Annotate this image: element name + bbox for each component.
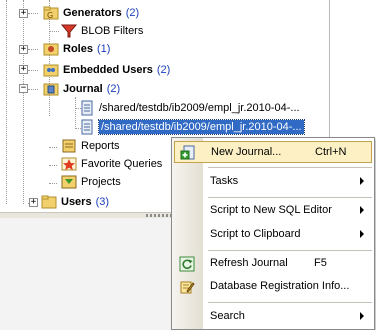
tree-item-label: /shared/testdb/ib2009/empl_jr.2010-04-..… xyxy=(98,119,305,135)
menu-item-shortcut: Ctrl+N xyxy=(315,146,347,158)
menu-item-label: Refresh Journal xyxy=(210,257,288,269)
menu-separator xyxy=(208,302,372,303)
database-registration-icon xyxy=(180,281,195,294)
menu-item-shortcut: F5 xyxy=(314,257,327,269)
journal-file-icon xyxy=(81,100,93,116)
tree-item-journal[interactable]: Journal (2) xyxy=(43,80,120,98)
expand-users-toggle[interactable]: + xyxy=(29,198,38,207)
expand-roles-toggle[interactable]: + xyxy=(19,45,28,54)
menu-item-new-journal[interactable]: New Journal... Ctrl+N xyxy=(174,141,372,163)
reports-icon xyxy=(62,139,76,153)
journal-file-icon xyxy=(81,119,93,135)
favorite-star-icon xyxy=(61,157,77,171)
submenu-arrow-icon xyxy=(360,177,364,185)
users-folder-icon xyxy=(41,195,57,209)
tree-item-label: Generators xyxy=(63,7,122,19)
tree-item-label: Embedded Users xyxy=(63,64,153,76)
menu-separator xyxy=(208,197,372,198)
menu-item-database-registration-info[interactable]: Database Registration Info... xyxy=(174,276,372,298)
tree-item-label: Journal xyxy=(63,83,103,95)
tree-item-label: Favorite Queries xyxy=(81,158,163,170)
refresh-icon xyxy=(179,256,195,272)
submenu-arrow-icon xyxy=(360,230,364,238)
tree-item-count: (2) xyxy=(106,83,121,95)
generators-folder-icon: G xyxy=(43,6,59,20)
tree-item-blob-filters[interactable]: BLOB Filters xyxy=(61,22,143,40)
tree-item-count: (2) xyxy=(125,7,140,19)
tree-item-count: (3) xyxy=(95,196,110,208)
menu-item-label: New Journal... xyxy=(211,146,282,158)
tree-item-embedded-users[interactable]: Embedded Users (2) xyxy=(43,61,170,79)
tree-item-label: Projects xyxy=(81,176,121,188)
tree-item-label: BLOB Filters xyxy=(81,25,144,37)
tree-item-generators[interactable]: G Generators (2) xyxy=(43,4,139,22)
menu-item-refresh-journal[interactable]: Refresh Journal F5 xyxy=(174,253,372,275)
embedded-users-folder-icon xyxy=(43,64,59,77)
tree-item-roles[interactable]: Roles (1) xyxy=(43,40,110,58)
tree-item-reports[interactable]: Reports xyxy=(61,137,120,155)
menu-item-search[interactable]: Search xyxy=(174,306,372,328)
menu-item-script-clipboard[interactable]: Script to Clipboard xyxy=(174,224,372,246)
submenu-arrow-icon xyxy=(360,312,364,320)
expand-embedded-users-toggle[interactable]: + xyxy=(19,65,28,74)
tree-item-label: Users xyxy=(61,196,92,208)
tree-item-count: (1) xyxy=(96,43,111,55)
tree-item-projects[interactable]: Projects xyxy=(61,173,121,191)
tree-item-label: /shared/testdb/ib2009/empl_jr.2010-04-..… xyxy=(99,102,300,114)
menu-item-tasks[interactable]: Tasks xyxy=(174,171,372,193)
menu-item-label: Database Registration Info... xyxy=(210,280,350,292)
expand-generators-toggle[interactable]: + xyxy=(19,9,28,18)
tree-item-journal-file[interactable]: /shared/testdb/ib2009/empl_jr.2010-04-..… xyxy=(79,99,300,117)
menu-item-label: Script to New SQL Editor xyxy=(210,204,332,216)
projects-icon xyxy=(61,175,77,189)
submenu-arrow-icon xyxy=(360,206,364,214)
collapse-journal-toggle[interactable]: − xyxy=(19,84,28,93)
menu-item-script-sql-editor[interactable]: Script to New SQL Editor xyxy=(174,200,372,222)
menu-separator xyxy=(208,250,372,251)
tree-item-users[interactable]: Users (3) xyxy=(41,193,109,211)
journal-context-menu: New Journal... Ctrl+N Tasks Script to Ne… xyxy=(171,137,375,330)
menu-item-label: Tasks xyxy=(210,175,239,187)
tree-item-label: Reports xyxy=(81,140,120,152)
tree-item-journal-file-selected[interactable]: /shared/testdb/ib2009/empl_jr.2010-04-..… xyxy=(79,118,305,136)
menu-item-label: Script to Clipboard xyxy=(210,228,301,240)
roles-folder-icon xyxy=(43,43,59,56)
tree-item-favorite-queries[interactable]: Favorite Queries xyxy=(61,155,162,173)
filter-icon xyxy=(61,24,77,38)
new-journal-icon xyxy=(180,145,195,160)
menu-item-label: Search xyxy=(210,310,245,322)
svg-text:G: G xyxy=(47,11,53,20)
tree-item-count: (2) xyxy=(156,64,171,76)
journal-folder-icon xyxy=(43,83,59,96)
menu-separator xyxy=(208,167,372,168)
tree-item-label: Roles xyxy=(63,43,93,55)
